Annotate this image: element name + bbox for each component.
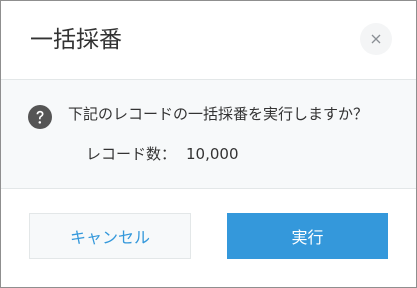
close-icon bbox=[371, 34, 381, 44]
dialog-header: 一括採番 bbox=[1, 1, 416, 80]
record-count-row: レコード数： 10,000 bbox=[86, 143, 239, 165]
close-button[interactable] bbox=[360, 23, 392, 55]
cancel-button[interactable]: キャンセル bbox=[29, 213, 191, 259]
confirmation-message: 下記のレコードの一括採番を実行しますか？ bbox=[68, 105, 369, 123]
question-circle-icon bbox=[28, 105, 52, 129]
dialog-footer: キャンセル 実行 bbox=[1, 189, 416, 287]
bulk-numbering-dialog: 一括採番 下記のレコードの一括採番を実行しますか？ レコード数： 10,000 キ… bbox=[0, 0, 417, 288]
record-count-value: 10,000 bbox=[186, 145, 239, 163]
run-button[interactable]: 実行 bbox=[227, 213, 388, 259]
dialog-body: 下記のレコードの一括採番を実行しますか？ レコード数： 10,000 bbox=[1, 80, 416, 189]
dialog-title: 一括採番 bbox=[30, 27, 122, 53]
record-count-label: レコード数： bbox=[86, 145, 177, 163]
